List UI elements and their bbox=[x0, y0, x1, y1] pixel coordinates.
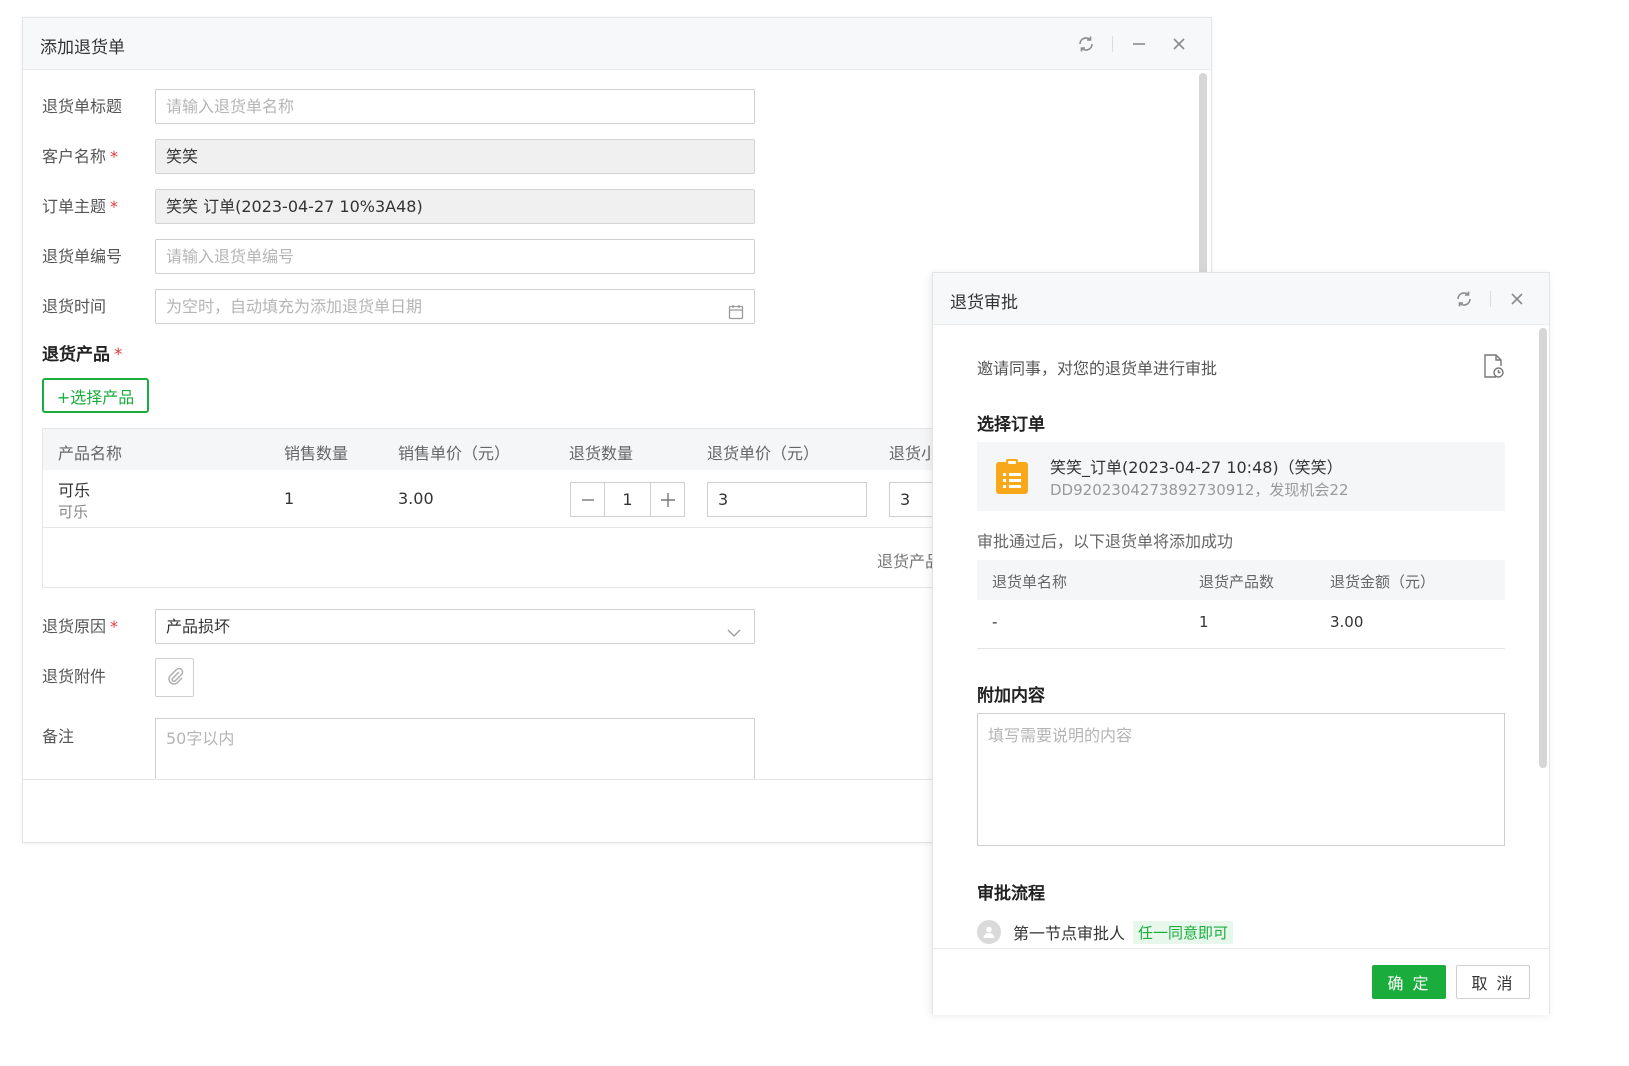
invite-text: 邀请同事，对您的退货单进行审批 bbox=[977, 359, 1218, 378]
order-heading: 选择订单 bbox=[977, 415, 1045, 435]
return-price-input[interactable]: 3 bbox=[707, 482, 867, 517]
approval-title: 退货审批 bbox=[950, 293, 1018, 313]
customer-label: 客户名称 * bbox=[42, 147, 119, 166]
flow-node-tag: 任一同意即可 bbox=[1133, 920, 1234, 944]
reason-select[interactable]: 产品损坏 bbox=[155, 609, 755, 644]
title-input[interactable]: 请输入退货单名称 bbox=[155, 89, 755, 124]
col-sale-qty: 销售数量 bbox=[284, 444, 349, 463]
cell-return-name: - bbox=[992, 613, 998, 631]
extra-textarea[interactable]: 填写需要说明的内容 bbox=[977, 713, 1505, 846]
flow-node-name: 第一节点审批人 bbox=[1013, 924, 1126, 943]
return-summary-table: 退货单名称 退货产品数 退货金额（元） - 1 3.00 bbox=[977, 560, 1505, 649]
number-label: 退货单编号 bbox=[42, 247, 123, 266]
minimize-icon[interactable] bbox=[1127, 32, 1151, 56]
attach-button[interactable] bbox=[155, 658, 194, 697]
table-header: 退货单名称 退货产品数 退货金额（元） bbox=[977, 560, 1505, 600]
col-return-count: 退货产品数 bbox=[1199, 573, 1275, 591]
product-table: 产品名称 销售数量 销售单价（元） 退货数量 退货单价（元） 退货小 可乐 可乐… bbox=[42, 428, 942, 588]
order-card[interactable]: 笑笑_订单(2023-04-27 10:48)（笑笑） DD9202304273… bbox=[977, 442, 1505, 511]
extra-heading: 附加内容 bbox=[977, 686, 1045, 706]
product-subname: 可乐 bbox=[58, 503, 89, 521]
remark-textarea[interactable]: 50字以内 bbox=[155, 718, 755, 780]
sale-qty: 1 bbox=[284, 489, 295, 508]
cell-return-count: 1 bbox=[1199, 613, 1209, 631]
select-product-button[interactable]: +选择产品 bbox=[42, 378, 149, 413]
time-input[interactable]: 为空时，自动填充为添加退货单日期 bbox=[155, 289, 755, 324]
remark-label: 备注 bbox=[42, 727, 75, 746]
chevron-down-icon bbox=[726, 619, 742, 637]
product-name: 可乐 bbox=[58, 481, 91, 500]
col-return-amount: 退货金额（元） bbox=[1330, 573, 1436, 591]
close-icon[interactable] bbox=[1167, 32, 1191, 56]
col-return-name: 退货单名称 bbox=[992, 573, 1068, 591]
refresh-icon[interactable] bbox=[1074, 32, 1098, 56]
sale-price: 3.00 bbox=[398, 489, 434, 508]
number-input[interactable]: 请输入退货单编号 bbox=[155, 239, 755, 274]
flow-node: 第一节点审批人 任一同意即可 bbox=[977, 920, 1234, 944]
approval-header: 退货审批 bbox=[933, 273, 1549, 325]
time-label: 退货时间 bbox=[42, 297, 107, 316]
approval-note: 审批通过后，以下退货单将添加成功 bbox=[977, 532, 1234, 551]
document-clock-icon[interactable] bbox=[1481, 353, 1505, 379]
approval-scrollbar[interactable] bbox=[1539, 328, 1547, 768]
approval-footer: 确 定 取 消 bbox=[933, 948, 1549, 1015]
dialog-header: 添加退货单 bbox=[23, 18, 1211, 70]
order-code: DD9202304273892730912，发现机会22 bbox=[1050, 481, 1349, 499]
paperclip-icon bbox=[165, 666, 185, 690]
reason-label: 退货原因 * bbox=[42, 617, 119, 636]
col-sale-price: 销售单价（元） bbox=[398, 444, 511, 463]
close-icon[interactable] bbox=[1505, 287, 1529, 311]
header-divider bbox=[1112, 36, 1113, 52]
products-section-label: 退货产品 * bbox=[42, 345, 123, 365]
cell-return-amount: 3.00 bbox=[1330, 613, 1364, 631]
table-header: 产品名称 销售数量 销售单价（元） 退货数量 退货单价（元） 退货小 bbox=[43, 429, 941, 470]
approval-dialog: 退货审批 邀请同事，对您的退货单进行审批 选择订单 笑笑_订单(2023-04-… bbox=[932, 272, 1550, 1015]
flow-heading: 审批流程 bbox=[977, 884, 1045, 904]
customer-input[interactable]: 笑笑 bbox=[155, 139, 755, 174]
order-input[interactable]: 笑笑 订单(2023-04-27 10%3A48) bbox=[155, 189, 755, 224]
calendar-icon[interactable] bbox=[728, 298, 744, 320]
table-row: 可乐 可乐 1 3.00 1 3 3 bbox=[43, 470, 941, 528]
order-name: 笑笑_订单(2023-04-27 10:48)（笑笑） bbox=[1050, 458, 1343, 477]
refresh-icon[interactable] bbox=[1452, 287, 1476, 311]
col-return-price: 退货单价（元） bbox=[707, 444, 820, 463]
dialog-title: 添加退货单 bbox=[40, 38, 125, 58]
order-label: 订单主题 * bbox=[42, 197, 119, 216]
title-label: 退货单标题 bbox=[42, 97, 123, 116]
user-avatar-icon bbox=[977, 920, 1001, 944]
return-qty-stepper[interactable]: 1 bbox=[570, 482, 685, 517]
increment-button[interactable] bbox=[651, 483, 684, 516]
attach-label: 退货附件 bbox=[42, 667, 107, 686]
confirm-button[interactable]: 确 定 bbox=[1372, 965, 1446, 999]
col-return-qty: 退货数量 bbox=[569, 444, 634, 463]
col-return-subtotal: 退货小 bbox=[889, 444, 938, 463]
header-divider bbox=[1490, 291, 1491, 307]
return-qty-value[interactable]: 1 bbox=[604, 483, 651, 516]
cancel-button[interactable]: 取 消 bbox=[1456, 965, 1530, 999]
col-product-name: 产品名称 bbox=[58, 444, 123, 463]
decrement-button[interactable] bbox=[571, 483, 604, 516]
order-list-icon bbox=[995, 459, 1029, 495]
